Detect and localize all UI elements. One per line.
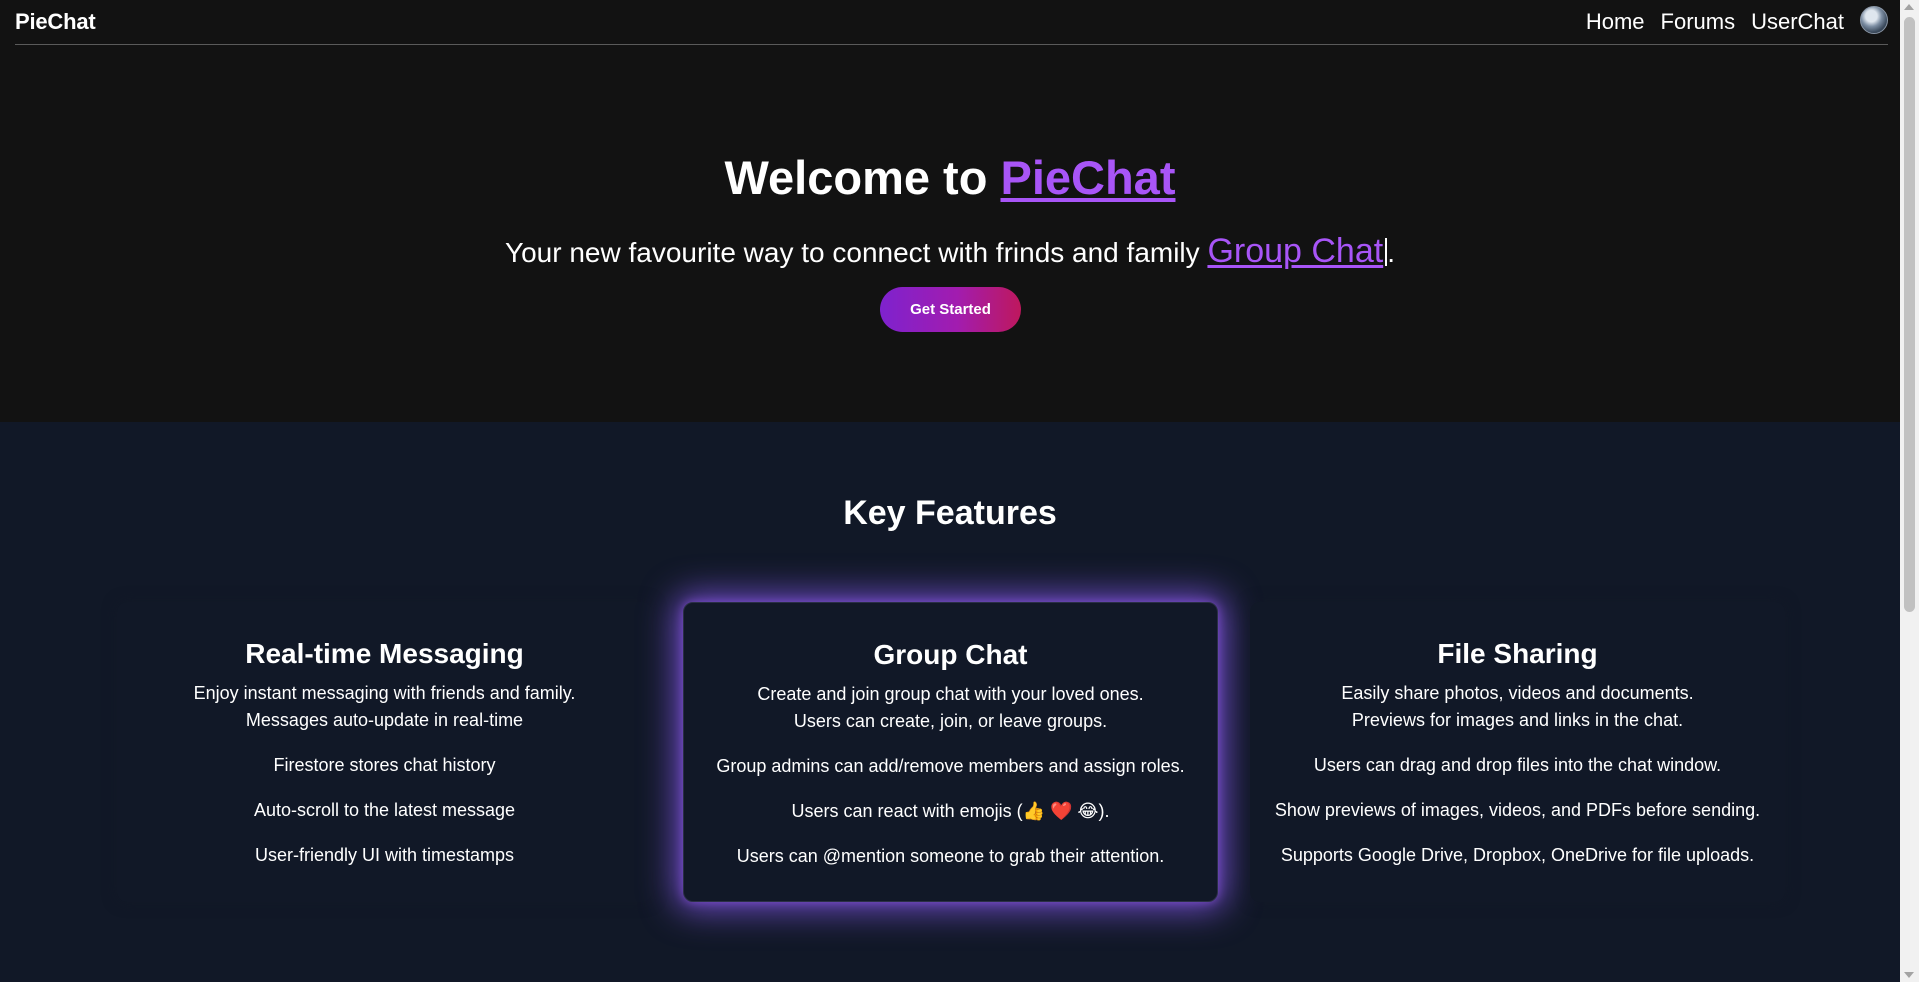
scroll-up-arrow-icon[interactable] bbox=[1904, 4, 1914, 10]
feature-card-desc: Easily share photos, videos and document… bbox=[1250, 680, 1785, 734]
hero-subtitle: Your new favourite way to connect with f… bbox=[0, 232, 1900, 271]
brand-logo[interactable]: PieChat bbox=[15, 9, 96, 35]
scroll-down-arrow-icon[interactable] bbox=[1904, 972, 1914, 978]
nav-links: Home Forums UserChat bbox=[1586, 6, 1888, 35]
hero-title-link[interactable]: PieChat bbox=[1000, 151, 1175, 204]
typed-word: Group Chat bbox=[1207, 232, 1384, 270]
feature-list-item: Firestore stores chat history bbox=[273, 755, 496, 775]
feature-list-item: Users can react with emojis (👍 ❤️ 😂). bbox=[791, 801, 1110, 821]
feature-desc-line: Previews for images and links in the cha… bbox=[1351, 710, 1684, 730]
hero-title-prefix: Welcome to bbox=[724, 151, 1001, 204]
feature-list-item: User-friendly UI with timestamps bbox=[254, 845, 515, 865]
feature-list-item: Group admins can add/remove members and … bbox=[716, 756, 1185, 776]
feature-card-title: Real-time Messaging bbox=[245, 638, 524, 669]
feature-desc-line: Users can create, join, or leave groups. bbox=[793, 711, 1108, 731]
feature-list-item: Show previews of images, videos, and PDF… bbox=[1274, 800, 1761, 820]
features-section: Key Features Real-time Messaging Enjoy i… bbox=[0, 422, 1900, 982]
scrollbar-thumb[interactable] bbox=[1904, 17, 1915, 612]
feature-card-title: Group Chat bbox=[873, 639, 1028, 670]
get-started-button[interactable]: Get Started bbox=[880, 287, 1021, 332]
feature-desc-line: Messages auto-update in real-time bbox=[245, 710, 524, 730]
hero-subtitle-end: . bbox=[1387, 237, 1395, 268]
hero-title: Welcome to PieChat bbox=[0, 150, 1900, 205]
feature-list-item: Auto-scroll to the latest message bbox=[253, 800, 516, 820]
nav-home-link[interactable]: Home bbox=[1586, 9, 1645, 35]
feature-card-desc: Enjoy instant messaging with friends and… bbox=[117, 680, 652, 734]
user-avatar-icon[interactable] bbox=[1860, 6, 1888, 34]
feature-list-item: Users can @mention someone to grab their… bbox=[736, 846, 1165, 866]
nav-userchat-link[interactable]: UserChat bbox=[1751, 9, 1844, 35]
nav-forums-link[interactable]: Forums bbox=[1661, 9, 1736, 35]
feature-card-realtime-messaging[interactable]: Real-time Messaging Enjoy instant messag… bbox=[117, 602, 652, 902]
vertical-scrollbar[interactable] bbox=[1900, 0, 1919, 982]
feature-list-item: Supports Google Drive, Dropbox, OneDrive… bbox=[1280, 845, 1755, 865]
navbar: PieChat Home Forums UserChat bbox=[15, 0, 1888, 45]
feature-list: Users can drag and drop files into the c… bbox=[1250, 752, 1785, 869]
hero-subtitle-text: Your new favourite way to connect with f… bbox=[505, 237, 1208, 268]
page: PieChat Home Forums UserChat Welcome to … bbox=[0, 0, 1900, 982]
feature-list-item: Users can drag and drop files into the c… bbox=[1313, 755, 1722, 775]
features-heading: Key Features bbox=[843, 494, 1057, 532]
feature-desc-line: Create and join group chat with your lov… bbox=[757, 684, 1144, 704]
feature-desc-line: Easily share photos, videos and document… bbox=[1341, 683, 1694, 703]
hero-section: Welcome to PieChat Your new favourite wa… bbox=[0, 46, 1900, 422]
feature-card-file-sharing[interactable]: File Sharing Easily share photos, videos… bbox=[1250, 602, 1785, 902]
feature-list: Group admins can add/remove members and … bbox=[684, 753, 1217, 870]
feature-desc-line: Enjoy instant messaging with friends and… bbox=[193, 683, 576, 703]
feature-card-desc: Create and join group chat with your lov… bbox=[684, 681, 1217, 735]
feature-card-group-chat[interactable]: Group Chat Create and join group chat wi… bbox=[683, 602, 1218, 902]
feature-card-title: File Sharing bbox=[1437, 638, 1598, 669]
feature-list: Firestore stores chat history Auto-scrol… bbox=[117, 752, 652, 869]
